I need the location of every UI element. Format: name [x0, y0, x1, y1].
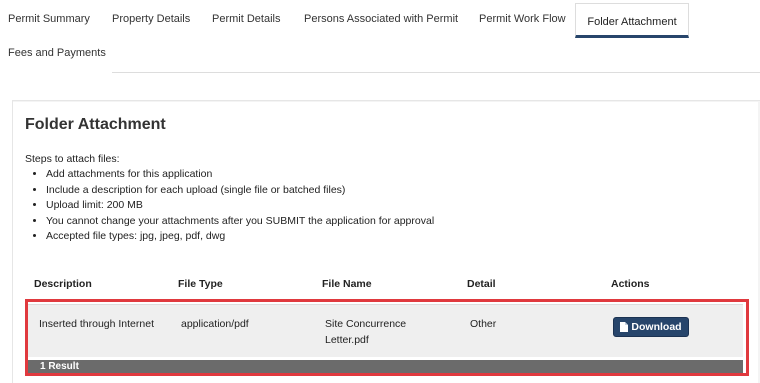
- step-item: Include a description for each upload (s…: [46, 183, 434, 199]
- tab-folder-attachment[interactable]: Folder Attachment: [575, 3, 689, 38]
- result-count: 1 Result: [28, 360, 743, 373]
- cell-file-type: application/pdf: [181, 318, 249, 330]
- cell-file-name: Site Concurrence Letter.pdf: [325, 318, 407, 346]
- step-item: Add attachments for this application: [46, 167, 434, 183]
- tab-persons-associated[interactable]: Persons Associated with Permit: [304, 12, 458, 26]
- step-item: Upload limit: 200 MB: [46, 198, 434, 214]
- tab-property-details[interactable]: Property Details: [112, 12, 190, 26]
- header-file-type: File Type: [178, 278, 223, 290]
- step-item: You cannot change your attachments after…: [46, 214, 434, 230]
- cell-description: Inserted through Internet: [39, 318, 154, 330]
- header-file-name: File Name: [322, 278, 372, 290]
- download-label: Download: [631, 321, 682, 333]
- tab-fees-and-payments[interactable]: Fees and Payments: [8, 46, 106, 60]
- cell-detail: Other: [470, 318, 497, 330]
- header-actions: Actions: [611, 278, 650, 290]
- tab-permit-summary[interactable]: Permit Summary: [8, 12, 90, 26]
- step-item: Accepted file types: jpg, jpeg, pdf, dwg: [46, 229, 434, 245]
- tab-divider: [112, 72, 760, 73]
- tab-permit-details[interactable]: Permit Details: [212, 12, 280, 26]
- tab-permit-work-flow[interactable]: Permit Work Flow: [479, 12, 566, 26]
- file-icon: [620, 322, 629, 332]
- header-description: Description: [34, 278, 92, 290]
- steps-list: Add attachments for this application Inc…: [27, 167, 434, 245]
- section-title: Folder Attachment: [25, 116, 166, 133]
- header-detail: Detail: [467, 278, 496, 290]
- download-button[interactable]: Download: [613, 317, 689, 337]
- tab-bar: Permit Summary Property Details Permit D…: [0, 0, 760, 73]
- steps-label: Steps to attach files:: [25, 153, 120, 165]
